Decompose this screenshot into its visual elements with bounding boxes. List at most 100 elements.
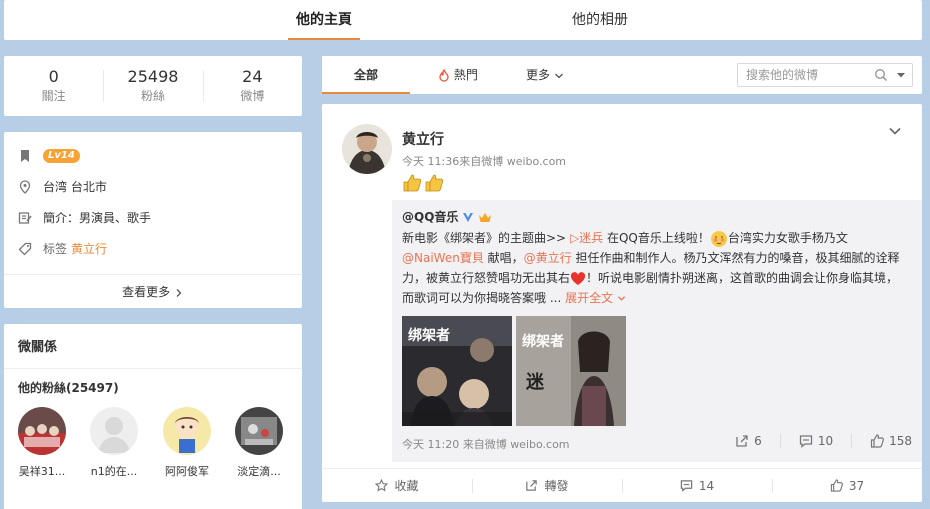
info-level-row: Lv14 bbox=[18, 146, 80, 166]
repost-meta[interactable]: 今天 11:20 来自微博 weibo.com bbox=[402, 436, 570, 452]
fan-item[interactable]: 淡定滴... bbox=[229, 407, 289, 479]
repost-author[interactable]: @QQ音乐 bbox=[402, 208, 458, 225]
repost-like-count: 158 bbox=[889, 434, 912, 448]
fan-name: 淡定滴... bbox=[237, 465, 281, 478]
repost-comment-count: 10 bbox=[817, 434, 834, 448]
location-pin-icon bbox=[19, 180, 31, 194]
repost-like-button[interactable]: 158 bbox=[870, 434, 912, 448]
info-divider bbox=[4, 274, 302, 275]
poster-image-2[interactable]: 绑架者迷 bbox=[516, 316, 626, 426]
fans-title[interactable]: 他的粉絲(25497) bbox=[18, 379, 119, 396]
poster-image-1[interactable]: 绑架者 bbox=[402, 316, 512, 426]
repost-author-line: @QQ音乐 bbox=[402, 208, 492, 225]
search-input[interactable] bbox=[738, 68, 868, 82]
tab-home[interactable]: 他的主頁 bbox=[288, 0, 360, 40]
share-icon bbox=[736, 435, 748, 447]
tab-album[interactable]: 他的相册 bbox=[572, 0, 628, 40]
bookmark-icon bbox=[21, 150, 29, 162]
tab-hot-label: 熱門 bbox=[453, 68, 478, 82]
search-box bbox=[737, 63, 913, 87]
repost-text: 新电影《绑架者》的主题曲>> ▷迷兵 在QQ音乐上线啦！ 台湾实力女歌手杨乃文 @N… bbox=[402, 228, 902, 308]
tag-label: 标签 bbox=[43, 242, 68, 256]
stat-fans-count: 25498 bbox=[127, 67, 179, 86]
expand-full-text[interactable]: 展开全文 bbox=[565, 291, 626, 305]
view-more-link[interactable]: 查看更多 bbox=[4, 282, 302, 302]
mention-naiwen[interactable]: @NaiWen寶貝 bbox=[402, 251, 484, 265]
avatar[interactable] bbox=[163, 407, 211, 455]
favorite-button[interactable]: 收藏 bbox=[322, 469, 472, 502]
mention-huang[interactable]: @黄立行 bbox=[524, 251, 572, 265]
repost-forward-count: 6 bbox=[754, 434, 762, 448]
fan-item[interactable]: 阿阿俊军 bbox=[157, 407, 217, 479]
flame-icon bbox=[439, 69, 449, 82]
vip-crown-icon bbox=[479, 212, 492, 222]
forward-button[interactable]: 轉發 bbox=[472, 469, 622, 502]
avatar[interactable] bbox=[235, 407, 283, 455]
relations-divider bbox=[4, 368, 302, 369]
chevron-right-icon bbox=[176, 288, 182, 297]
share-icon bbox=[526, 480, 538, 491]
repost-text-c: 台湾实力女歌手杨乃文 bbox=[727, 231, 848, 245]
chevron-down-icon[interactable] bbox=[888, 124, 902, 138]
post-author[interactable]: 黄立行 bbox=[402, 129, 444, 149]
stat-following-label: 關注 bbox=[41, 89, 66, 103]
avatar[interactable] bbox=[342, 124, 392, 174]
tag-link[interactable]: 黄立行 bbox=[71, 239, 107, 259]
repost-text-b: 在QQ音乐上线啦！ bbox=[603, 231, 710, 245]
dropdown-arrow-icon[interactable] bbox=[896, 70, 906, 80]
comment-icon bbox=[799, 435, 812, 448]
avatar[interactable] bbox=[90, 407, 138, 455]
like-button[interactable]: 37 bbox=[772, 469, 922, 502]
shy-face-emoji-icon bbox=[710, 230, 727, 247]
expand-label: 展开全文 bbox=[565, 291, 614, 305]
verified-icon bbox=[463, 212, 474, 222]
post-meta[interactable]: 今天 11:36来自微博 weibo.com bbox=[402, 153, 566, 169]
profile-info-panel: Lv14 台湾 台北市 簡介：男演員、歌手 标签 黄立行 查看更多 bbox=[4, 132, 302, 308]
svg-text:迷: 迷 bbox=[525, 372, 545, 393]
fan-item[interactable]: 吴祥31... bbox=[12, 407, 72, 479]
comment-icon bbox=[680, 480, 693, 492]
repost-actions: 6 10 158 bbox=[735, 434, 912, 448]
location-text: 台湾 台北市 bbox=[43, 180, 107, 194]
repost-comment-button[interactable]: 10 bbox=[799, 434, 833, 448]
view-more-label: 查看更多 bbox=[122, 285, 171, 299]
heart-emoji-icon bbox=[570, 271, 586, 285]
post-action-bar: 收藏 轉發 14 37 bbox=[322, 468, 922, 502]
post-emoji-row bbox=[402, 174, 444, 192]
repost-text-a: 新电影《绑架者》的主题曲>> bbox=[402, 231, 570, 245]
thumbs-up-emoji-icon bbox=[425, 174, 444, 192]
svg-text:绑架者: 绑架者 bbox=[522, 333, 564, 350]
stat-posts-label: 微博 bbox=[240, 89, 265, 103]
repost-forward-button[interactable]: 6 bbox=[735, 434, 762, 448]
stat-following[interactable]: 0 關注 bbox=[4, 56, 103, 116]
comment-count: 14 bbox=[698, 478, 715, 493]
edit-note-icon bbox=[18, 212, 32, 224]
avatar[interactable] bbox=[18, 407, 66, 455]
info-intro-row: 簡介：男演員、歌手 bbox=[18, 208, 151, 228]
weibo-post: 黄立行 今天 11:36来自微博 weibo.com @QQ音乐 新电影《绑架者… bbox=[322, 104, 922, 502]
thumbs-up-emoji-icon bbox=[403, 174, 422, 192]
stat-posts-count: 24 bbox=[242, 67, 263, 86]
fan-item[interactable]: n1的在... bbox=[84, 407, 144, 479]
intro-text: 簡介：男演員、歌手 bbox=[43, 211, 152, 225]
stat-fans[interactable]: 25498 粉絲 bbox=[103, 56, 202, 116]
stat-following-count: 0 bbox=[48, 67, 59, 86]
stat-posts[interactable]: 24 微博 bbox=[202, 56, 302, 116]
thumbs-up-icon bbox=[870, 434, 884, 448]
relations-title: 微關係 bbox=[18, 340, 58, 355]
tab-hot[interactable]: 熱門 bbox=[438, 56, 478, 94]
fan-name: 阿阿俊军 bbox=[165, 465, 209, 478]
tab-all[interactable]: 全部 bbox=[322, 56, 410, 94]
search-icon[interactable] bbox=[874, 68, 888, 82]
chevron-down-icon bbox=[554, 73, 563, 78]
thumbs-up-icon bbox=[830, 479, 843, 492]
like-count: 37 bbox=[848, 478, 865, 493]
level-badge[interactable]: Lv14 bbox=[43, 149, 80, 163]
tab-more[interactable]: 更多 bbox=[526, 56, 564, 94]
divider bbox=[851, 434, 853, 448]
song-link[interactable]: ▷迷兵 bbox=[570, 231, 603, 245]
favorite-label: 收藏 bbox=[394, 479, 419, 493]
comment-button[interactable]: 14 bbox=[622, 469, 772, 502]
svg-text:绑架者: 绑架者 bbox=[408, 327, 450, 344]
feed-filter-bar: 全部 熱門 更多 bbox=[322, 56, 922, 94]
